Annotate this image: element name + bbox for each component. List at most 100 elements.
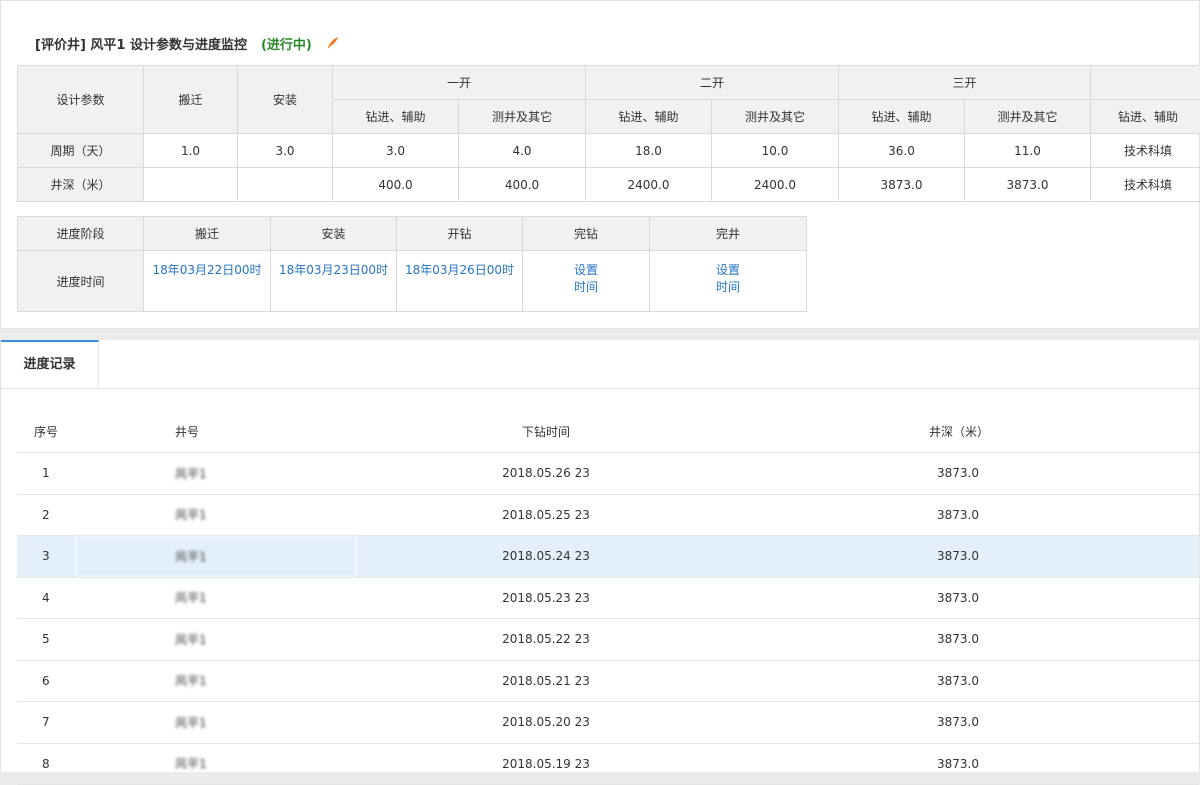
period-cell: 1.0	[144, 134, 238, 168]
tab-bar: 进度记录	[1, 340, 1199, 389]
depth-cell: 3873.0	[839, 168, 965, 202]
well-name: 风平1	[75, 619, 357, 661]
depth-cell: 3873.0	[965, 168, 1091, 202]
stage4-header	[1091, 66, 1200, 100]
sub-drill-header: 钻进、辅助	[1091, 100, 1200, 134]
stage-header: 完钻	[523, 217, 650, 251]
design-panel: [评价井] 风平1 设计参数与进度监控 (进行中) 设计参数 搬迁 安装 一开 …	[0, 0, 1200, 329]
period-cell: 3.0	[333, 134, 459, 168]
table-row[interactable]: 5风平12018.05.22 233873.0	[17, 619, 1199, 661]
drill-time: 2018.05.23 23	[357, 577, 735, 619]
install-header: 安装	[238, 66, 333, 134]
stage2-header: 二开	[586, 66, 839, 100]
depth-cell: 2400.0	[712, 168, 839, 202]
status-badge: (进行中)	[261, 34, 312, 53]
stage3-header: 三开	[839, 66, 1091, 100]
column-header: 下钻时间	[357, 410, 735, 453]
sub-drill-header: 钻进、辅助	[839, 100, 965, 134]
depth-label: 井深（米）	[18, 168, 144, 202]
depth-cell: 2400.0	[586, 168, 712, 202]
table-row[interactable]: 8风平12018.05.19 233873.0	[17, 743, 1199, 785]
stage-header: 安装	[271, 217, 397, 251]
well-name: 风平1	[75, 536, 357, 578]
design-param-header: 设计参数	[18, 66, 144, 134]
records-panel: 进度记录 序号 井号 下钻时间 井深（米） 1风平12018.05.26 233…	[0, 340, 1200, 772]
set-time-link[interactable]: 设置 时间	[523, 251, 650, 312]
panel-title: [评价井] 风平1 设计参数与进度监控 (进行中)	[35, 33, 340, 53]
stage-time-link[interactable]: 18年03月22日00时	[144, 251, 271, 312]
set-time-link[interactable]: 设置 时间	[650, 251, 807, 312]
period-cell: 10.0	[712, 134, 839, 168]
period-cell: 36.0	[839, 134, 965, 168]
stage-header: 完井	[650, 217, 807, 251]
set-time-line: 时间	[574, 280, 598, 294]
drill-time: 2018.05.26 23	[357, 453, 735, 495]
well-name: 风平1	[75, 453, 357, 495]
period-cell: 18.0	[586, 134, 712, 168]
pencil-icon[interactable]	[326, 36, 340, 50]
drill-time: 2018.05.19 23	[357, 743, 735, 785]
table-row[interactable]: 4风平12018.05.23 233873.0	[17, 577, 1199, 619]
stage-label: 进度阶段	[18, 217, 144, 251]
row-number: 3	[17, 536, 75, 578]
depth-cell	[144, 168, 238, 202]
well-depth: 3873.0	[735, 577, 1199, 619]
stage-time-link[interactable]: 18年03月23日00时	[271, 251, 397, 312]
period-label: 周期（天）	[18, 134, 144, 168]
well-name: 风平1	[75, 577, 357, 619]
depth-cell: 技术科填	[1091, 168, 1200, 202]
depth-cell: 400.0	[459, 168, 586, 202]
sub-logging-header: 测井及其它	[712, 100, 839, 134]
stage-header: 开钻	[397, 217, 523, 251]
page-title: [评价井] 风平1 设计参数与进度监控	[35, 34, 247, 53]
well-depth: 3873.0	[735, 494, 1199, 536]
well-depth: 3873.0	[735, 619, 1199, 661]
time-label: 进度时间	[18, 251, 144, 312]
well-depth: 3873.0	[735, 743, 1199, 785]
row-number: 8	[17, 743, 75, 785]
row-number: 4	[17, 577, 75, 619]
drill-time: 2018.05.21 23	[357, 660, 735, 702]
period-cell: 4.0	[459, 134, 586, 168]
period-cell: 11.0	[965, 134, 1091, 168]
period-cell: 技术科填	[1091, 134, 1200, 168]
well-depth: 3873.0	[735, 536, 1199, 578]
table-row[interactable]: 7风平12018.05.20 233873.0	[17, 702, 1199, 744]
drill-time: 2018.05.22 23	[357, 619, 735, 661]
drill-time: 2018.05.24 23	[357, 536, 735, 578]
design-params-table: 设计参数 搬迁 安装 一开 二开 三开 钻进、辅助 测井及其它 钻进、辅助 测井…	[17, 65, 1200, 202]
period-row: 周期（天） 1.0 3.0 3.0 4.0 18.0 10.0 36.0 11.…	[18, 134, 1200, 168]
depth-cell: 400.0	[333, 168, 459, 202]
stage-time-link[interactable]: 18年03月26日00时	[397, 251, 523, 312]
drill-time: 2018.05.20 23	[357, 702, 735, 744]
period-cell: 3.0	[238, 134, 333, 168]
tab-progress-records[interactable]: 进度记录	[1, 340, 99, 387]
row-number: 2	[17, 494, 75, 536]
column-header: 序号	[17, 410, 75, 453]
column-header: 井深（米）	[735, 410, 1199, 453]
set-time-line: 时间	[716, 280, 740, 294]
stage-header: 搬迁	[144, 217, 271, 251]
stage1-header: 一开	[333, 66, 586, 100]
progress-table: 进度阶段 搬迁 安装 开钻 完钻 完井 进度时间 18年03月22日00时 18…	[17, 216, 807, 312]
table-row[interactable]: 2风平12018.05.25 233873.0	[17, 494, 1199, 536]
well-name: 风平1	[75, 743, 357, 785]
row-number: 6	[17, 660, 75, 702]
well-name: 风平1	[75, 660, 357, 702]
move-header: 搬迁	[144, 66, 238, 134]
table-row[interactable]: 1风平12018.05.26 233873.0	[17, 453, 1199, 495]
drill-time: 2018.05.25 23	[357, 494, 735, 536]
sub-drill-header: 钻进、辅助	[586, 100, 712, 134]
well-depth: 3873.0	[735, 660, 1199, 702]
table-row[interactable]: 3风平12018.05.24 233873.0	[17, 536, 1199, 578]
sub-logging-header: 测井及其它	[965, 100, 1091, 134]
sub-drill-header: 钻进、辅助	[333, 100, 459, 134]
records-table: 序号 井号 下钻时间 井深（米） 1风平12018.05.26 233873.0…	[17, 410, 1199, 785]
set-time-line: 设置	[716, 263, 740, 277]
row-number: 5	[17, 619, 75, 661]
well-name: 风平1	[75, 494, 357, 536]
row-number: 1	[17, 453, 75, 495]
well-depth: 3873.0	[735, 453, 1199, 495]
depth-cell	[238, 168, 333, 202]
table-row[interactable]: 6风平12018.05.21 233873.0	[17, 660, 1199, 702]
